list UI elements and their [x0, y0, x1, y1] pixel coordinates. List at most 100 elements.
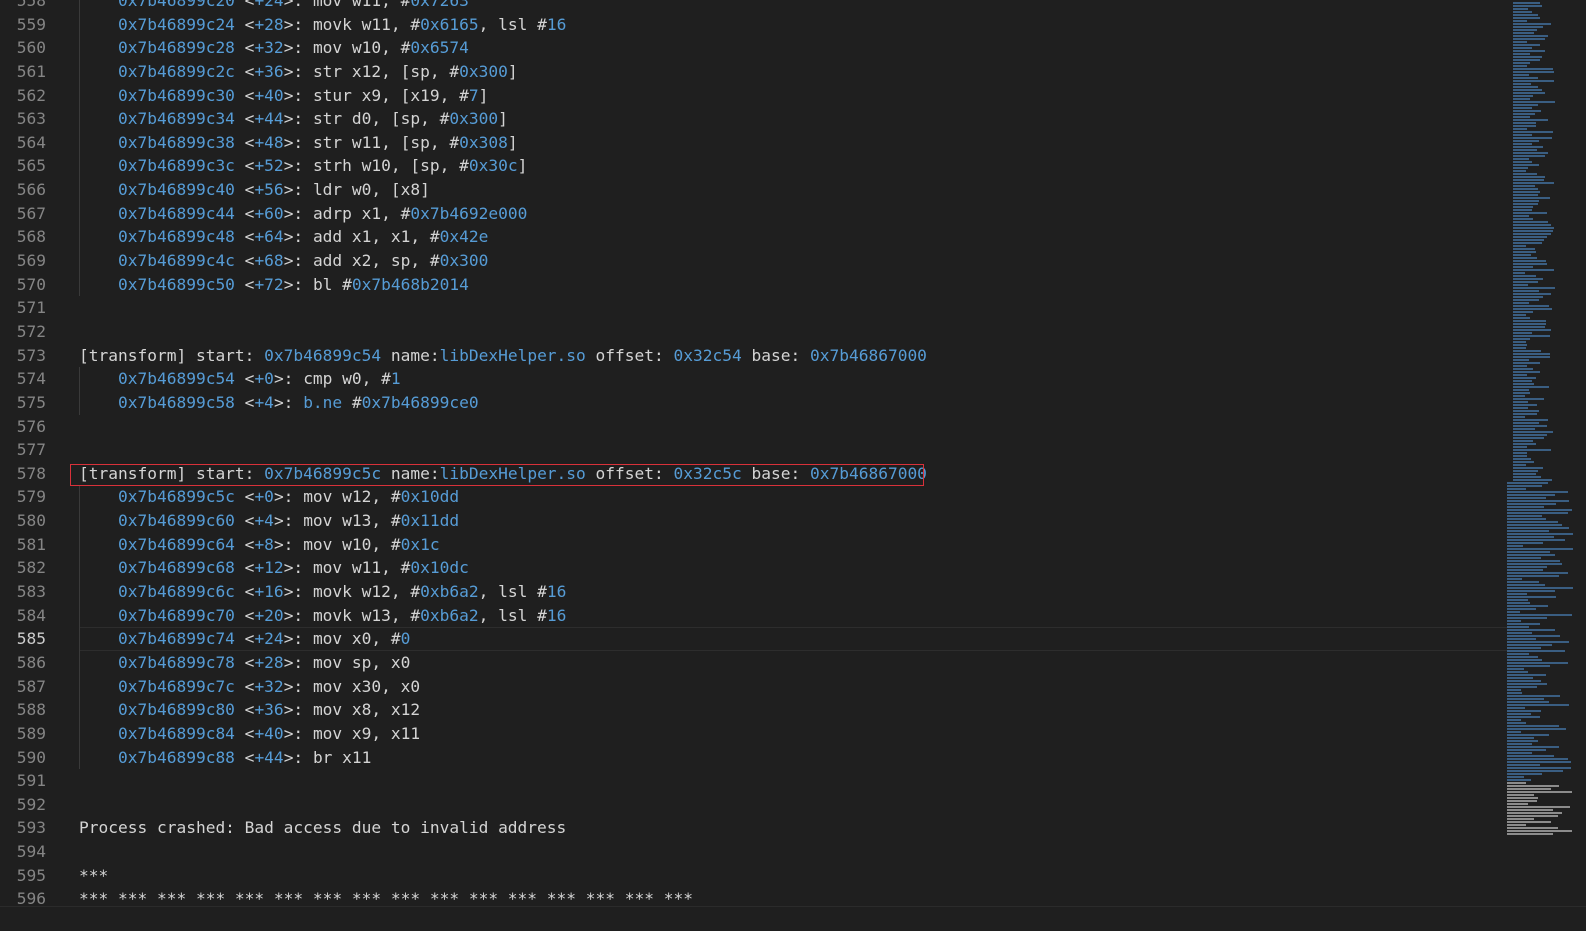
instruction-operand: 7 — [468, 85, 479, 105]
horizontal-scrollbar[interactable] — [0, 906, 1586, 931]
instruction-operand: 0x30c — [468, 156, 518, 176]
code-line[interactable]: 586 0x7b46899c78 <+28>: mov sp, x0 — [0, 651, 1510, 675]
instruction-address: 0x7b46899c4c — [117, 251, 235, 271]
line-content[interactable]: 0x7b46899c50 <+72>: bl #0x7b468b2014 — [79, 273, 469, 297]
minimap-line — [1513, 395, 1525, 397]
line-content[interactable]: 0x7b46899c34 <+44>: str d0, [sp, #0x300] — [79, 107, 508, 131]
minimap-line — [1513, 227, 1554, 229]
code-line[interactable]: 588 0x7b46899c80 <+36>: mov x8, x12 — [0, 698, 1510, 722]
code-line[interactable]: 585 0x7b46899c74 <+24>: mov x0, #0 — [0, 627, 1510, 651]
code-line[interactable]: 576 — [0, 415, 1510, 439]
code-line[interactable]: 574 0x7b46899c54 <+0>: cmp w0, #1 — [0, 367, 1510, 391]
line-content[interactable]: 0x7b46899c84 <+40>: mov x9, x11 — [79, 722, 420, 746]
code-line[interactable]: 565 0x7b46899c3c <+52>: strh w10, [sp, #… — [0, 154, 1510, 178]
code-editor[interactable]: 558 0x7b46899c20 <+24>: mov w11, #0x7263… — [0, 0, 1586, 931]
base-label: base: — [741, 463, 810, 483]
code-line[interactable]: 580 0x7b46899c60 <+4>: mov w13, #0x11dd — [0, 509, 1510, 533]
code-line[interactable]: 581 0x7b46899c64 <+8>: mov w10, #0x1c — [0, 533, 1510, 557]
code-line[interactable]: 589 0x7b46899c84 <+40>: mov x9, x11 — [0, 722, 1510, 746]
code-line[interactable]: 569 0x7b46899c4c <+68>: add x2, sp, #0x3… — [0, 249, 1510, 273]
code-line[interactable]: 570 0x7b46899c50 <+72>: bl #0x7b468b2014 — [0, 273, 1510, 297]
minimap-line — [1513, 371, 1540, 373]
offset-open: < — [234, 747, 255, 767]
line-content[interactable]: 0x7b46899c3c <+52>: strh w10, [sp, #0x30… — [79, 154, 527, 178]
offset-close: >: — [283, 652, 313, 672]
line-content[interactable]: 0x7b46899c4c <+68>: add x2, sp, #0x300 — [79, 249, 488, 273]
instruction-text: mov w10, # — [303, 534, 401, 554]
code-line[interactable]: 561 0x7b46899c2c <+36>: str x12, [sp, #0… — [0, 60, 1510, 84]
start-address: 0x7b46899c54 — [264, 345, 382, 365]
line-content[interactable]: 0x7b46899c58 <+4>: b.ne #0x7b46899ce0 — [79, 391, 479, 415]
code-line[interactable]: 564 0x7b46899c38 <+48>: str w11, [sp, #0… — [0, 131, 1510, 155]
code-line[interactable]: 579 0x7b46899c5c <+0>: mov w12, #0x10dd — [0, 485, 1510, 509]
code-line[interactable]: 573 [transform] start: 0x7b46899c54 name:… — [0, 344, 1510, 368]
line-content[interactable]: 0x7b46899c2c <+36>: str x12, [sp, #0x300… — [79, 60, 518, 84]
line-content[interactable]: 0x7b46899c5c <+0>: mov w12, #0x10dd — [79, 485, 459, 509]
line-content[interactable]: 0x7b46899c44 <+60>: adrp x1, #0x7b4692e0… — [79, 202, 527, 226]
line-content[interactable]: 0x7b46899c38 <+48>: str w11, [sp, #0x308… — [79, 131, 518, 155]
line-content[interactable]: 0x7b46899c88 <+44>: br x11 — [79, 746, 371, 770]
line-content[interactable]: 0x7b46899c54 <+0>: cmp w0, #1 — [79, 367, 401, 391]
code-line[interactable]: 566 0x7b46899c40 <+56>: ldr w0, [x8] — [0, 178, 1510, 202]
code-line[interactable]: 559 0x7b46899c24 <+28>: movk w11, #0x616… — [0, 13, 1510, 37]
code-line[interactable]: 591 — [0, 769, 1510, 793]
editor-lines[interactable]: 558 0x7b46899c20 <+24>: mov w11, #0x7263… — [0, 0, 1510, 911]
minimap-line — [1507, 725, 1559, 727]
code-line[interactable]: 578 [transform] start: 0x7b46899c5c name:… — [0, 462, 1510, 486]
code-line[interactable]: 583 0x7b46899c6c <+16>: movk w12, #0xb6a… — [0, 580, 1510, 604]
line-content[interactable]: 0x7b46899c24 <+28>: movk w11, #0x6165, l… — [79, 13, 566, 37]
code-line[interactable]: 571 — [0, 296, 1510, 320]
line-content[interactable]: 0x7b46899c40 <+56>: ldr w0, [x8] — [79, 178, 430, 202]
minimap-line — [1513, 392, 1530, 394]
code-line[interactable]: 590 0x7b46899c88 <+44>: br x11 — [0, 746, 1510, 770]
line-content[interactable]: 0x7b46899c70 <+20>: movk w13, #0xb6a2, l… — [79, 604, 566, 628]
offset-open: < — [234, 251, 255, 271]
code-line[interactable]: 577 — [0, 438, 1510, 462]
code-line[interactable]: 594 — [0, 840, 1510, 864]
minimap-line — [1513, 230, 1553, 232]
code-line[interactable]: 568 0x7b46899c48 <+64>: add x1, x1, #0x4… — [0, 225, 1510, 249]
line-content[interactable]: 0x7b46899c6c <+16>: movk w12, #0xb6a2, l… — [79, 580, 566, 604]
line-content[interactable]: Process crashed: Bad access due to inval… — [79, 816, 566, 840]
line-content[interactable]: 0x7b46899c28 <+32>: mov w10, #0x6574 — [79, 36, 469, 60]
minimap-line — [1513, 161, 1532, 163]
line-content[interactable]: 0x7b46899c74 <+24>: mov x0, #0 — [79, 627, 410, 651]
code-line[interactable]: 567 0x7b46899c44 <+60>: adrp x1, #0x7b46… — [0, 202, 1510, 226]
code-line[interactable]: 575 0x7b46899c58 <+4>: b.ne #0x7b46899ce… — [0, 391, 1510, 415]
line-content[interactable]: *** — [79, 864, 108, 888]
code-line[interactable]: 584 0x7b46899c70 <+20>: movk w13, #0xb6a… — [0, 604, 1510, 628]
line-content[interactable]: [transform] start: 0x7b46899c5c name:lib… — [79, 462, 927, 486]
line-content[interactable]: 0x7b46899c48 <+64>: add x1, x1, #0x42e — [79, 225, 488, 249]
code-line[interactable]: 593 Process crashed: Bad access due to in… — [0, 816, 1510, 840]
minimap-line — [1513, 173, 1537, 175]
minimap-line — [1507, 566, 1547, 568]
line-content[interactable]: 0x7b46899c78 <+28>: mov sp, x0 — [79, 651, 410, 675]
instruction-text: mov w12, # — [303, 487, 401, 507]
line-content[interactable]: 0x7b46899c68 <+12>: mov w11, #0x10dc — [79, 556, 469, 580]
line-content[interactable]: 0x7b46899c60 <+4>: mov w13, #0x11dd — [79, 509, 459, 533]
code-line[interactable]: 562 0x7b46899c30 <+40>: stur x9, [x19, #… — [0, 84, 1510, 108]
code-line[interactable]: 558 0x7b46899c20 <+24>: mov w11, #0x7263 — [0, 0, 1510, 13]
code-line[interactable]: 595 *** — [0, 864, 1510, 888]
line-content[interactable]: 0x7b46899c7c <+32>: mov x30, x0 — [79, 675, 420, 699]
line-content[interactable]: 0x7b46899c80 <+36>: mov x8, x12 — [79, 698, 420, 722]
code-line[interactable]: 560 0x7b46899c28 <+32>: mov w10, #0x6574 — [0, 36, 1510, 60]
minimap-line — [1513, 425, 1547, 427]
minimap-line — [1513, 164, 1539, 166]
line-content[interactable]: 0x7b46899c20 <+24>: mov w11, #0x7263 — [79, 0, 469, 13]
code-line[interactable]: 582 0x7b46899c68 <+12>: mov w11, #0x10dc — [0, 556, 1510, 580]
code-line[interactable]: 563 0x7b46899c34 <+44>: str d0, [sp, #0x… — [0, 107, 1510, 131]
offset-close: >: — [283, 676, 313, 696]
offset-open: < — [234, 676, 255, 696]
minimap-line — [1507, 683, 1547, 685]
code-line[interactable]: 572 — [0, 320, 1510, 344]
minimap[interactable] — [1505, 0, 1573, 840]
minimap-line — [1513, 77, 1538, 79]
minimap-line — [1507, 776, 1524, 778]
line-content[interactable]: 0x7b46899c30 <+40>: stur x9, [x19, #7] — [79, 84, 488, 108]
code-line[interactable]: 587 0x7b46899c7c <+32>: mov x30, x0 — [0, 675, 1510, 699]
line-content[interactable]: [transform] start: 0x7b46899c54 name:lib… — [79, 344, 927, 368]
line-content[interactable]: 0x7b46899c64 <+8>: mov w10, #0x1c — [79, 533, 440, 557]
code-line[interactable]: 592 — [0, 793, 1510, 817]
offset-open: < — [234, 85, 255, 105]
